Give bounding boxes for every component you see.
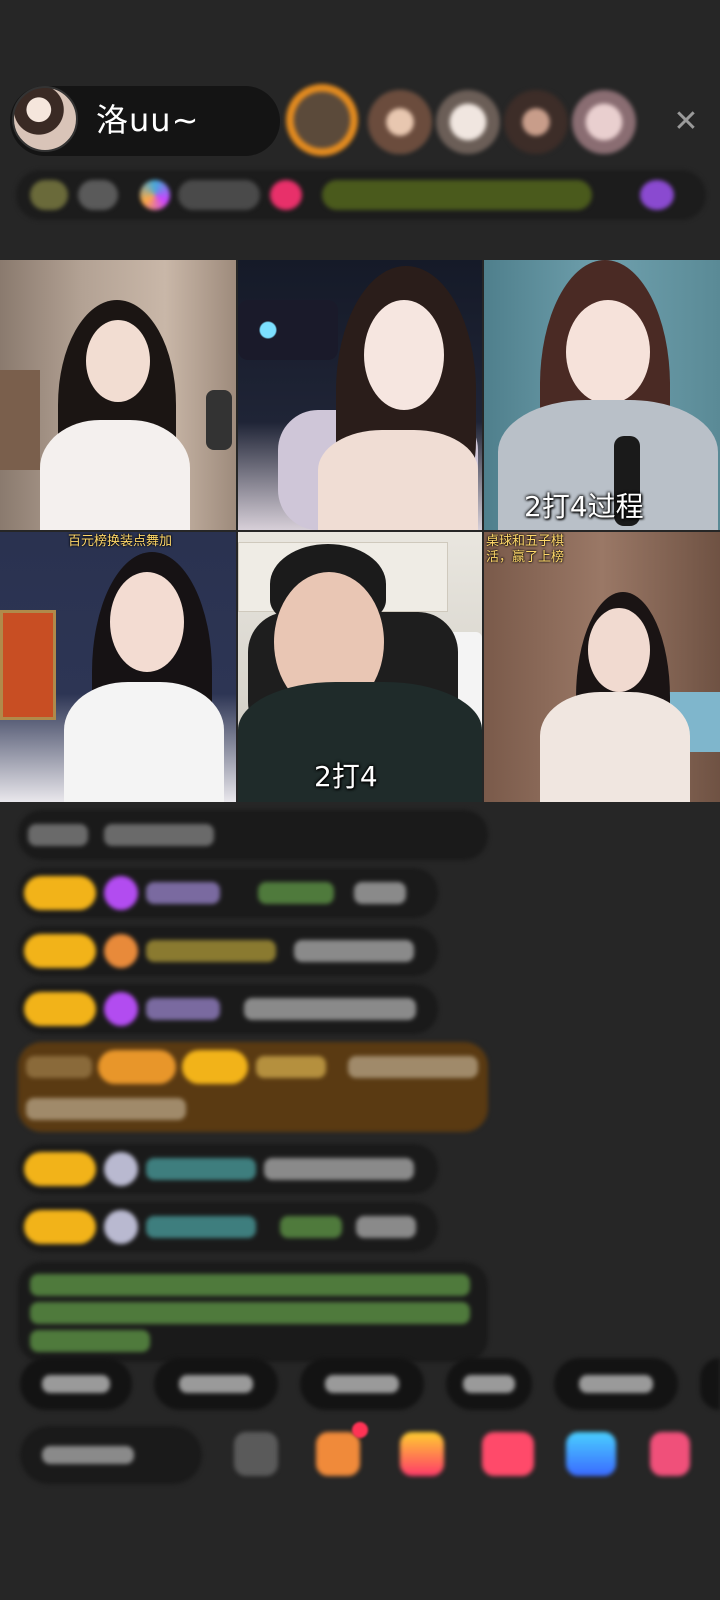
tile-caption: 2打4过程 <box>524 490 644 523</box>
quick-reply-button[interactable] <box>20 1358 132 1410</box>
video-tile[interactable] <box>0 260 236 530</box>
tile-top-label: 活，赢了上榜 <box>486 550 565 565</box>
host-avatar[interactable] <box>12 86 78 152</box>
chat-message[interactable] <box>18 984 438 1034</box>
quick-reply-button[interactable] <box>446 1358 532 1410</box>
game-icon[interactable] <box>566 1432 616 1476</box>
quick-reply-button[interactable] <box>700 1358 720 1410</box>
chat-message-highlight[interactable] <box>18 1042 488 1132</box>
emoji-icon[interactable] <box>234 1432 278 1476</box>
gift-icon[interactable] <box>400 1432 444 1476</box>
system-notice <box>18 1262 488 1362</box>
video-tile[interactable]: 桌球和五子棋 活，赢了上榜 <box>484 532 720 802</box>
info-text <box>78 180 118 210</box>
info-badge <box>30 180 68 210</box>
info-green-tag <box>322 180 592 210</box>
chat-message[interactable] <box>18 810 488 860</box>
quick-reply-button[interactable] <box>154 1358 278 1410</box>
tile-top-label: 百元榜换装点舞加 <box>68 534 173 549</box>
tile-top-label: 桌球和五子棋 <box>486 534 565 549</box>
red-packet-icon[interactable] <box>482 1432 534 1476</box>
viewer-avatar[interactable] <box>504 90 568 154</box>
gift-box-icon[interactable] <box>316 1432 360 1476</box>
chat-message[interactable] <box>18 926 438 976</box>
host-name: 洛uu~ <box>96 101 200 139</box>
notification-dot <box>352 1422 368 1438</box>
chat-input[interactable] <box>20 1426 202 1484</box>
more-icon[interactable] <box>650 1432 690 1476</box>
info-icon <box>270 180 302 210</box>
chat-message[interactable] <box>18 868 438 918</box>
quick-reply-button[interactable] <box>300 1358 424 1410</box>
info-icon <box>640 180 674 210</box>
video-tile[interactable]: 2打4过程 <box>484 260 720 530</box>
video-tile[interactable] <box>238 260 482 530</box>
quick-reply-button[interactable] <box>554 1358 678 1410</box>
chat-message[interactable] <box>18 1202 438 1252</box>
info-text <box>178 180 260 210</box>
top-viewer-avatar[interactable] <box>286 84 358 156</box>
info-icon <box>140 180 170 210</box>
viewer-avatar[interactable] <box>436 90 500 154</box>
viewer-avatar[interactable] <box>572 90 636 154</box>
tile-caption: 2打4 <box>314 760 378 793</box>
video-tile[interactable]: 百元榜换装点舞加 <box>0 532 236 802</box>
close-icon[interactable]: ✕ <box>668 104 704 140</box>
video-tile[interactable]: 2打4 <box>238 532 482 802</box>
viewer-avatar[interactable] <box>368 90 432 154</box>
chat-message[interactable] <box>18 1144 438 1194</box>
